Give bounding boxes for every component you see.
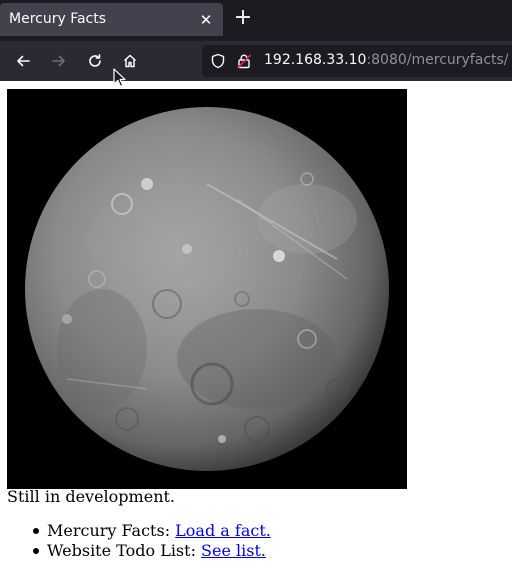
forward-arrow-icon[interactable]	[47, 49, 71, 73]
list-item-mercury-facts: Mercury Facts: Load a fact.	[31, 521, 512, 541]
tab-title: Mercury Facts	[9, 11, 107, 27]
tab-mercury-facts[interactable]: Mercury Facts ✕	[0, 3, 223, 36]
list-item-label: Website Todo List:	[47, 541, 202, 560]
mouse-cursor-icon	[113, 68, 126, 87]
navigation-toolbar: 192.168.33.10:8080/mercuryfacts/	[0, 41, 512, 81]
load-fact-link[interactable]: Load a fact.	[175, 521, 271, 540]
mercury-image	[7, 89, 407, 489]
tab-strip: Mercury Facts ✕ +	[0, 0, 512, 41]
mercury-planet-graphic	[7, 89, 407, 489]
insecure-lock-icon[interactable]	[236, 53, 252, 69]
url-path: :8080/mercuryfacts/	[366, 52, 509, 68]
close-icon[interactable]: ✕	[196, 10, 216, 30]
url-text: 192.168.33.10:8080/mercuryfacts/	[264, 52, 509, 68]
plus-icon[interactable]: +	[231, 6, 255, 30]
links-list: Mercury Facts: Load a fact. Website Todo…	[7, 521, 512, 561]
shield-icon[interactable]	[210, 53, 226, 69]
url-host: 192.168.33.10	[264, 52, 367, 68]
reload-icon[interactable]	[83, 49, 107, 73]
development-status-text: Still in development.	[7, 487, 176, 506]
url-bar[interactable]: 192.168.33.10:8080/mercuryfacts/	[202, 45, 512, 77]
list-item-label: Mercury Facts:	[47, 521, 176, 540]
list-item-todo-list: Website Todo List: See list.	[31, 541, 512, 561]
page-content: Still in development. Mercury Facts: Loa…	[7, 89, 512, 561]
back-arrow-icon[interactable]	[11, 49, 35, 73]
see-list-link[interactable]: See list.	[201, 541, 266, 560]
